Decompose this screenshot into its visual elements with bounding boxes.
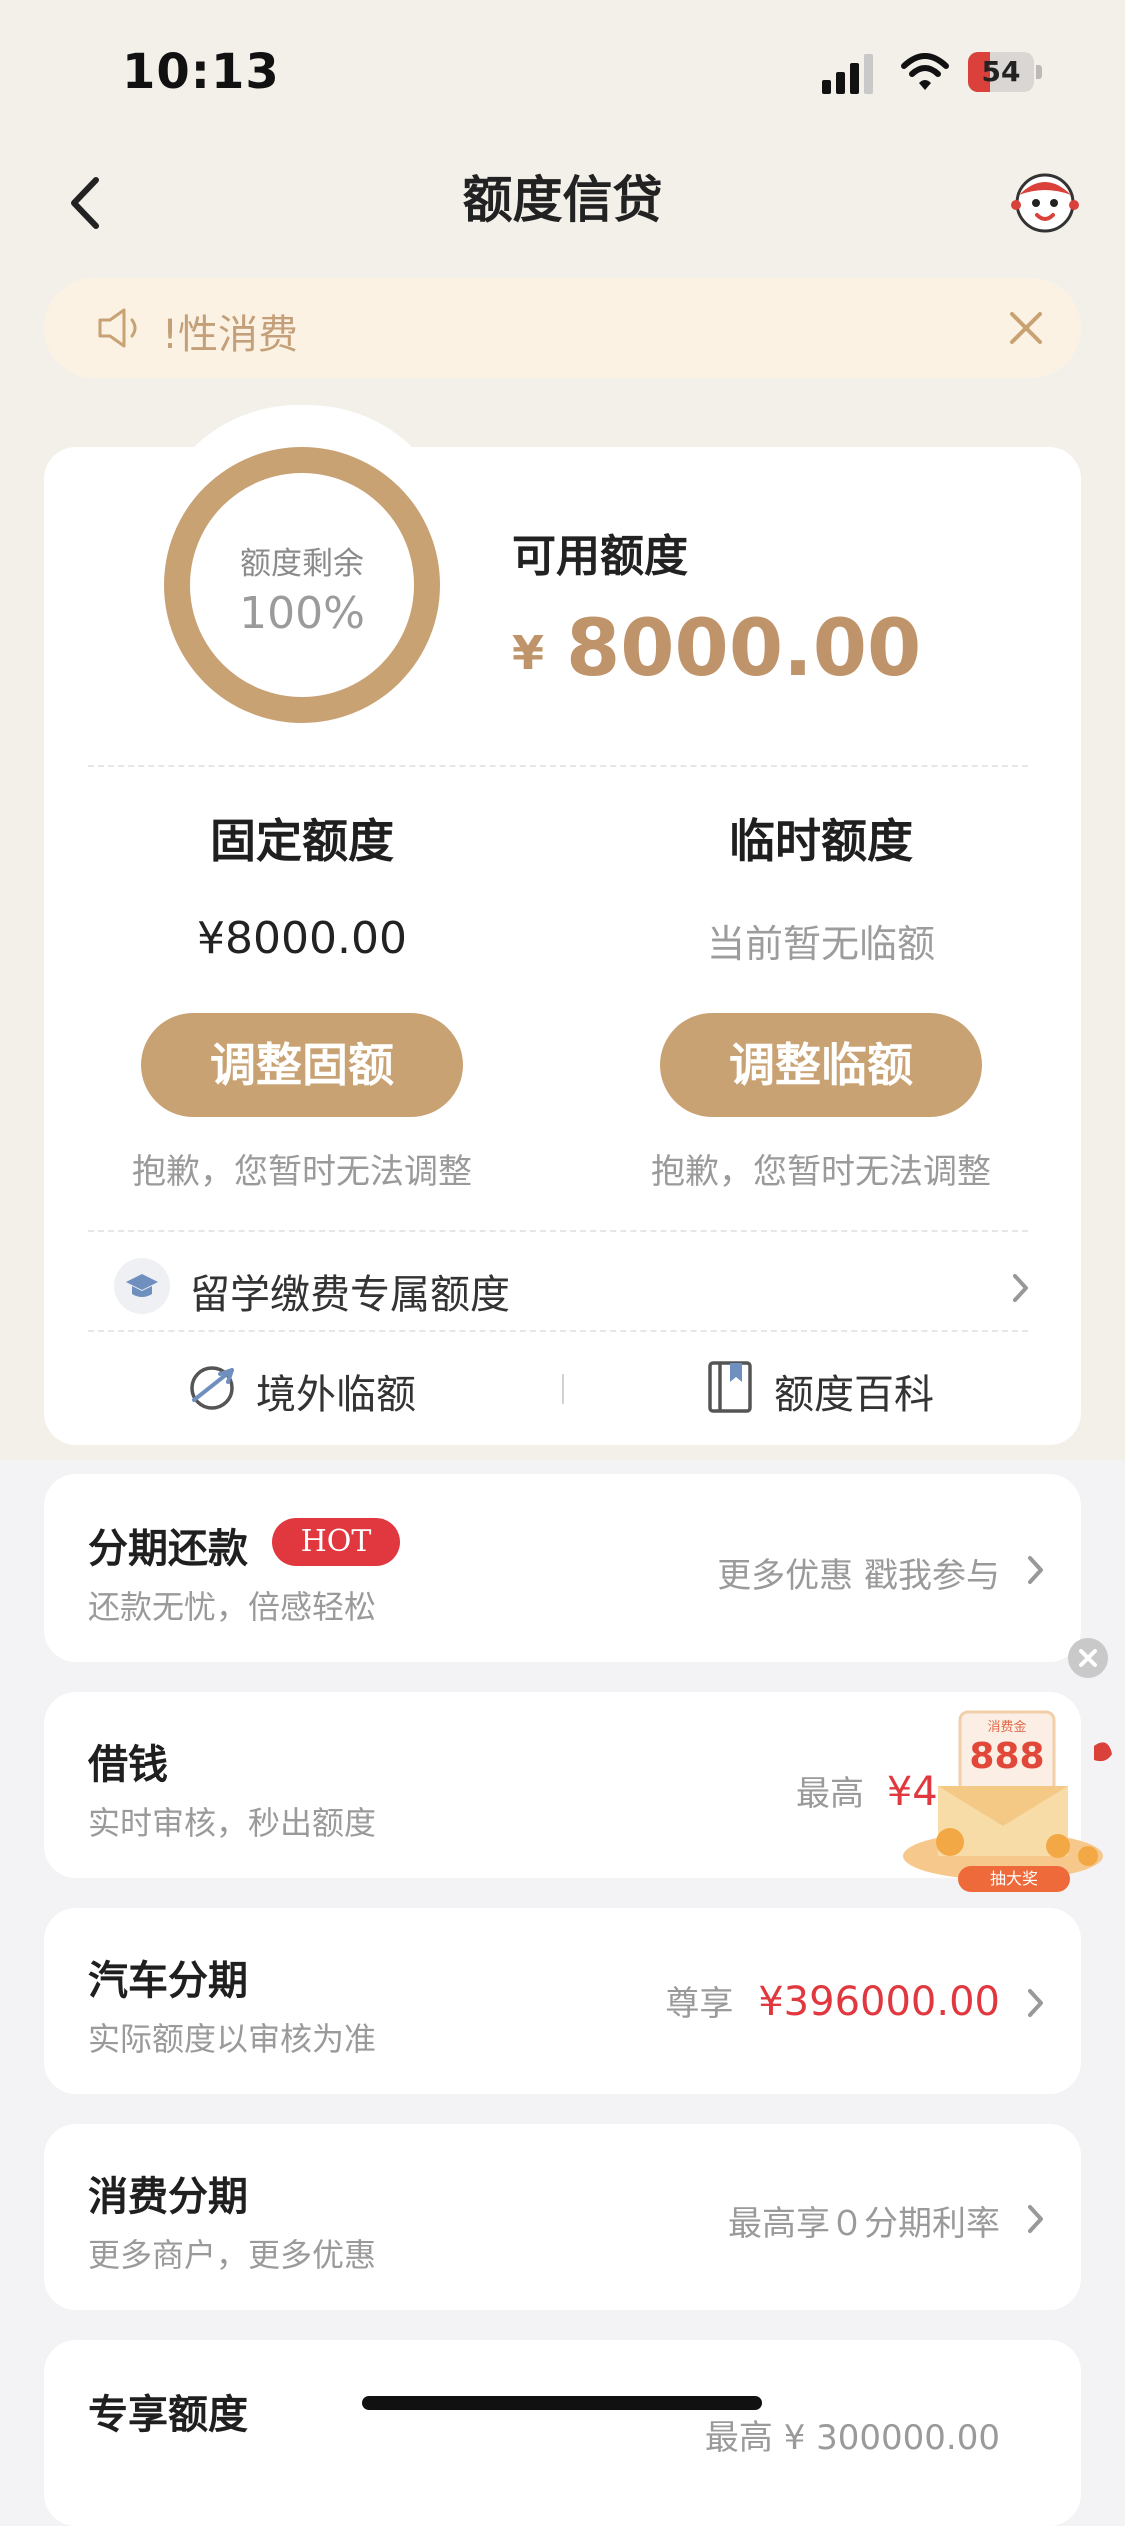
chevron-right-icon[interactable] bbox=[1026, 1987, 1046, 2019]
graduation-cap-icon bbox=[114, 1258, 170, 1314]
lottery-promo-widget[interactable]: 消费金 888 抽大奖 bbox=[898, 1706, 1118, 1896]
link-divider bbox=[562, 1374, 564, 1404]
car-amount: ¥396000.00 bbox=[758, 1979, 1000, 2025]
notice-text: !性消费 bbox=[162, 312, 299, 358]
ring-value: 100% bbox=[239, 588, 365, 639]
book-icon[interactable] bbox=[706, 1360, 754, 1414]
promo-amount: 888 bbox=[969, 1736, 1045, 1777]
available-quota-label: 可用额度 bbox=[512, 531, 688, 582]
promo-badge-top: 消费金 bbox=[987, 1720, 1027, 1735]
available-quota-amount: ¥8000.00 bbox=[512, 604, 921, 694]
ring-label: 额度剩余 bbox=[240, 546, 364, 582]
car-prefix: 尊享 bbox=[665, 1984, 734, 2024]
consumer-installment-subtitle: 更多商户，更多优惠 bbox=[88, 2236, 377, 2274]
promo-draw-button[interactable]: 抽大奖 bbox=[958, 1866, 1070, 1892]
plane-globe-icon[interactable] bbox=[186, 1360, 238, 1412]
consumer-installment-title: 消费分期 bbox=[88, 2174, 248, 2220]
temporary-quota-value: 当前暂无临额 bbox=[706, 922, 935, 966]
borrow-prefix: 最高 bbox=[796, 1774, 864, 1814]
page-title: 额度信贷 bbox=[462, 171, 663, 229]
adjust-fixed-button[interactable]: 调整固额 bbox=[141, 1013, 463, 1117]
overseas-temp-quota-link[interactable]: 境外临额 bbox=[256, 1362, 416, 1420]
borrow-money-subtitle: 实时审核，秒出额度 bbox=[88, 1804, 377, 1842]
fixed-quota-title: 固定额度 bbox=[210, 814, 394, 868]
dashed-divider bbox=[88, 1330, 1028, 1332]
cellular-signal-icon bbox=[822, 54, 873, 94]
temporary-adjust-note: 抱歉，您暂时无法调整 bbox=[651, 1152, 991, 1192]
promo-close-button[interactable] bbox=[1068, 1638, 1108, 1678]
chevron-right-icon[interactable] bbox=[1026, 2203, 1046, 2235]
exclusive-quota-title: 专享额度 bbox=[88, 2392, 248, 2438]
borrow-money-title: 借钱 bbox=[88, 1742, 168, 1788]
fixed-adjust-note: 抱歉，您暂时无法调整 bbox=[132, 1152, 472, 1192]
chevron-right-icon[interactable] bbox=[1010, 1272, 1032, 1304]
quota-wiki-link[interactable]: 额度百科 bbox=[774, 1362, 934, 1420]
installment-repayment-title: 分期还款 bbox=[88, 1526, 248, 1572]
chevron-right-icon[interactable] bbox=[1026, 1554, 1046, 1586]
mascot-service-icon[interactable] bbox=[1010, 165, 1080, 235]
battery-level: 54 bbox=[981, 55, 1021, 88]
consumer-installment-offer[interactable]: 最高享０分期利率 bbox=[728, 2196, 1000, 2245]
home-indicator bbox=[362, 2396, 762, 2410]
car-installment-offer[interactable]: 尊享 ¥396000.00 bbox=[665, 1976, 1000, 2025]
wifi-icon bbox=[901, 53, 949, 90]
battery-icon: 54 bbox=[968, 52, 1044, 92]
hot-badge: HOT bbox=[272, 1518, 400, 1566]
speaker-icon bbox=[98, 308, 137, 348]
fixed-quota-value: ¥8000.00 bbox=[197, 913, 407, 964]
quota-ring bbox=[164, 447, 440, 723]
car-installment-title: 汽车分期 bbox=[88, 1958, 248, 2004]
adjust-temporary-button[interactable]: 调整临额 bbox=[660, 1013, 982, 1117]
study-abroad-quota-link[interactable]: 留学缴费专属额度 bbox=[190, 1262, 510, 1320]
installment-repayment-offer[interactable]: 更多优惠 戳我参与 bbox=[717, 1548, 1000, 1597]
notice-bar[interactable]: !性消费 bbox=[44, 278, 1081, 378]
close-icon[interactable] bbox=[1006, 308, 1046, 348]
dashed-divider bbox=[88, 765, 1028, 767]
car-installment-subtitle: 实际额度以审核为准 bbox=[88, 2020, 377, 2058]
installment-repayment-subtitle: 还款无忧，倍感轻松 bbox=[88, 1588, 377, 1626]
temporary-quota-title: 临时额度 bbox=[729, 814, 913, 868]
available-amount-value: 8000.00 bbox=[566, 604, 922, 694]
currency-symbol: ¥ bbox=[512, 626, 545, 680]
status-time: 10:13 bbox=[122, 44, 280, 100]
dashed-divider bbox=[88, 1230, 1028, 1232]
